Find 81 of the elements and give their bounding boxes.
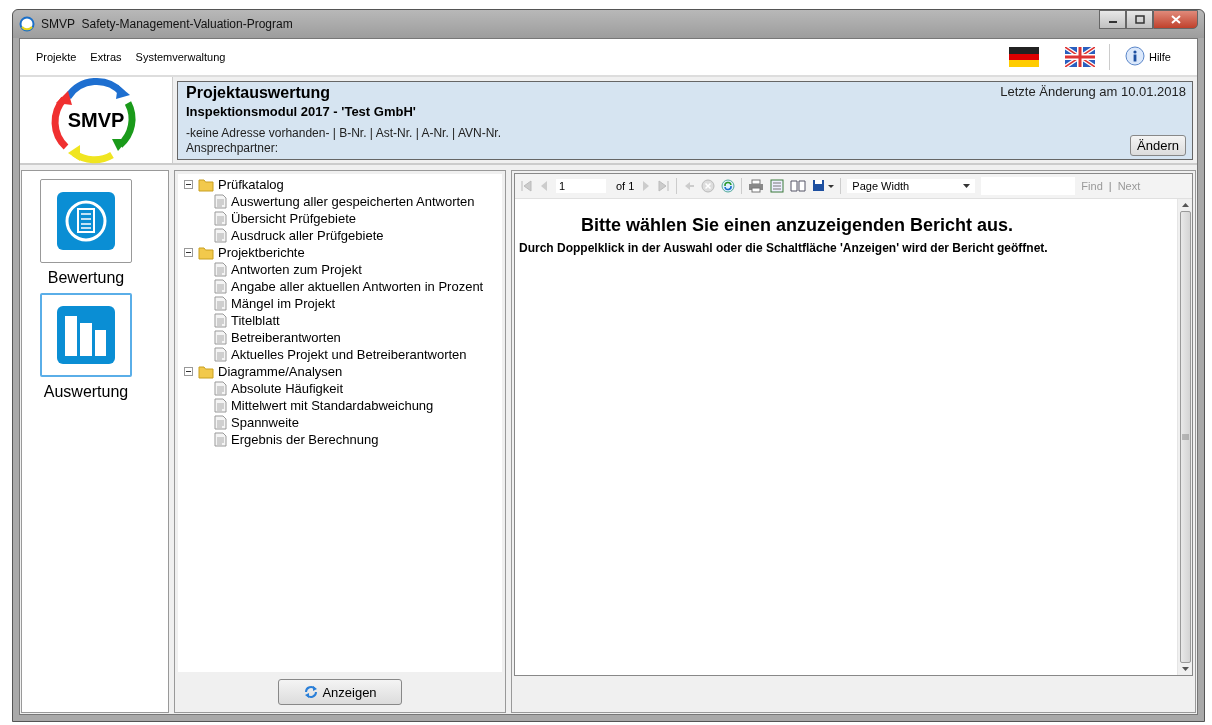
tree-item[interactable]: Ausdruck aller Prüfgebiete bbox=[231, 228, 384, 243]
tree-item[interactable]: Absolute Häufigkeit bbox=[231, 381, 343, 396]
contact-label: Ansprechpartner: bbox=[186, 141, 280, 156]
maximize-button[interactable] bbox=[1126, 10, 1153, 29]
vertical-scrollbar[interactable] bbox=[1177, 199, 1192, 675]
show-button[interactable]: Anzeigen bbox=[278, 679, 402, 705]
project-name: Inspektionsmodul 2017 - 'Test GmbH' bbox=[186, 104, 417, 119]
page-setup-icon[interactable] bbox=[790, 179, 807, 193]
folder-icon bbox=[198, 364, 214, 379]
grip-icon bbox=[1181, 434, 1189, 440]
window-title: SMVP Safety-Management-Valuation-Program bbox=[41, 17, 293, 31]
tree-item[interactable]: Antworten zum Projekt bbox=[231, 262, 362, 277]
minimize-button[interactable] bbox=[1099, 10, 1126, 29]
document-icon bbox=[214, 296, 227, 311]
document-icon bbox=[214, 313, 227, 328]
navigation-tile[interactable] bbox=[40, 179, 132, 263]
document-icon bbox=[214, 211, 227, 226]
tree-item[interactable]: Ergebnis der Berechnung bbox=[231, 432, 379, 447]
document-icon bbox=[214, 381, 227, 396]
dropdown-arrow-icon bbox=[963, 184, 971, 188]
tree-item[interactable]: Übersicht Prüfgebiete bbox=[231, 211, 356, 226]
info-icon bbox=[1124, 46, 1146, 68]
bar-chart-icon bbox=[57, 306, 115, 364]
page-number-field[interactable]: 1 bbox=[556, 179, 606, 193]
tree-item[interactable]: Diagramme/Analysen bbox=[218, 364, 343, 379]
document-icon bbox=[214, 347, 227, 362]
report-message-title: Bitte wählen Sie einen anzuzeigenden Bericht aus. bbox=[580, 215, 1015, 236]
print-icon[interactable] bbox=[748, 179, 765, 193]
tree-item[interactable]: Titelblatt bbox=[231, 313, 280, 328]
zoom-dropdown[interactable]: Page Width bbox=[847, 179, 976, 193]
tree-item[interactable]: Projektberichte bbox=[218, 245, 305, 260]
document-icon bbox=[214, 432, 227, 447]
navigation-tile[interactable] bbox=[40, 293, 132, 377]
scroll-up-icon[interactable] bbox=[1181, 203, 1189, 207]
tree-item[interactable]: Mittelwert mit Standardabweichung bbox=[231, 398, 434, 413]
collapse-icon[interactable] bbox=[184, 248, 193, 257]
scroll-down-icon[interactable] bbox=[1181, 667, 1189, 671]
tree-item[interactable]: Mängel im Projekt bbox=[231, 296, 336, 311]
document-icon bbox=[214, 279, 227, 294]
menu-item[interactable]: Extras bbox=[90, 49, 122, 65]
report-message-text: Durch Doppelklick in der Auswahl oder die Schaltfläche 'Anzeigen' wird der Bericht geöffnet. bbox=[519, 241, 1049, 255]
export-icon[interactable] bbox=[812, 179, 835, 193]
tree-item[interactable]: Angabe aller aktuellen Antworten in Prozent bbox=[231, 279, 484, 294]
tree-item[interactable]: Auswertung aller gespeicherten Antworten bbox=[231, 194, 475, 209]
tree-item[interactable]: Aktuelles Projekt und Betreiberantworten bbox=[231, 347, 467, 362]
scroll-thumb[interactable] bbox=[1179, 211, 1191, 663]
edit-button[interactable]: Ändern bbox=[1130, 135, 1186, 156]
last-changed-text: Letzte Änderung am 10.01.2018 bbox=[1000, 84, 1186, 99]
close-button[interactable] bbox=[1153, 10, 1198, 29]
uk-flag-icon[interactable] bbox=[1065, 47, 1095, 67]
folder-icon bbox=[198, 245, 214, 260]
page-title: Projektauswertung bbox=[186, 84, 331, 102]
tree-item[interactable]: Prüfkatalog bbox=[218, 177, 284, 192]
collapse-icon[interactable] bbox=[184, 367, 193, 376]
tree-item[interactable]: Betreiberantworten bbox=[231, 330, 341, 345]
collapse-icon[interactable] bbox=[184, 180, 193, 189]
document-icon bbox=[214, 262, 227, 277]
logo-text: SMVP bbox=[67, 109, 125, 131]
document-icon bbox=[214, 228, 227, 243]
menu-item[interactable]: Systemverwaltung bbox=[135, 49, 226, 65]
document-icon bbox=[214, 330, 227, 345]
folder-icon bbox=[198, 177, 214, 192]
checklist-icon bbox=[57, 192, 115, 250]
german-flag-icon[interactable] bbox=[1009, 47, 1039, 67]
document-icon bbox=[214, 415, 227, 430]
separator-text: | bbox=[1108, 180, 1112, 192]
document-icon bbox=[214, 398, 227, 413]
help-button[interactable]: Hilfe bbox=[1124, 46, 1171, 68]
tree-item[interactable]: Spannweite bbox=[231, 415, 299, 430]
maximize-icon bbox=[1134, 15, 1145, 24]
address-line: -keine Adresse vorhanden- | B-Nr. | Ast-Nr. | A-Nr. | AVN-Nr. bbox=[186, 126, 502, 141]
page-layout-icon[interactable] bbox=[770, 179, 785, 193]
document-icon bbox=[214, 194, 227, 209]
close-icon bbox=[1170, 15, 1181, 24]
refresh-icon[interactable] bbox=[721, 179, 736, 193]
menu-item[interactable]: Projekte bbox=[36, 49, 77, 65]
refresh-icon bbox=[303, 685, 320, 699]
navigation-label: Auswertung bbox=[43, 383, 129, 401]
logo-icon bbox=[19, 16, 35, 32]
page-count-label: of 1 bbox=[616, 180, 635, 192]
navigation-label: Bewertung bbox=[47, 269, 125, 287]
